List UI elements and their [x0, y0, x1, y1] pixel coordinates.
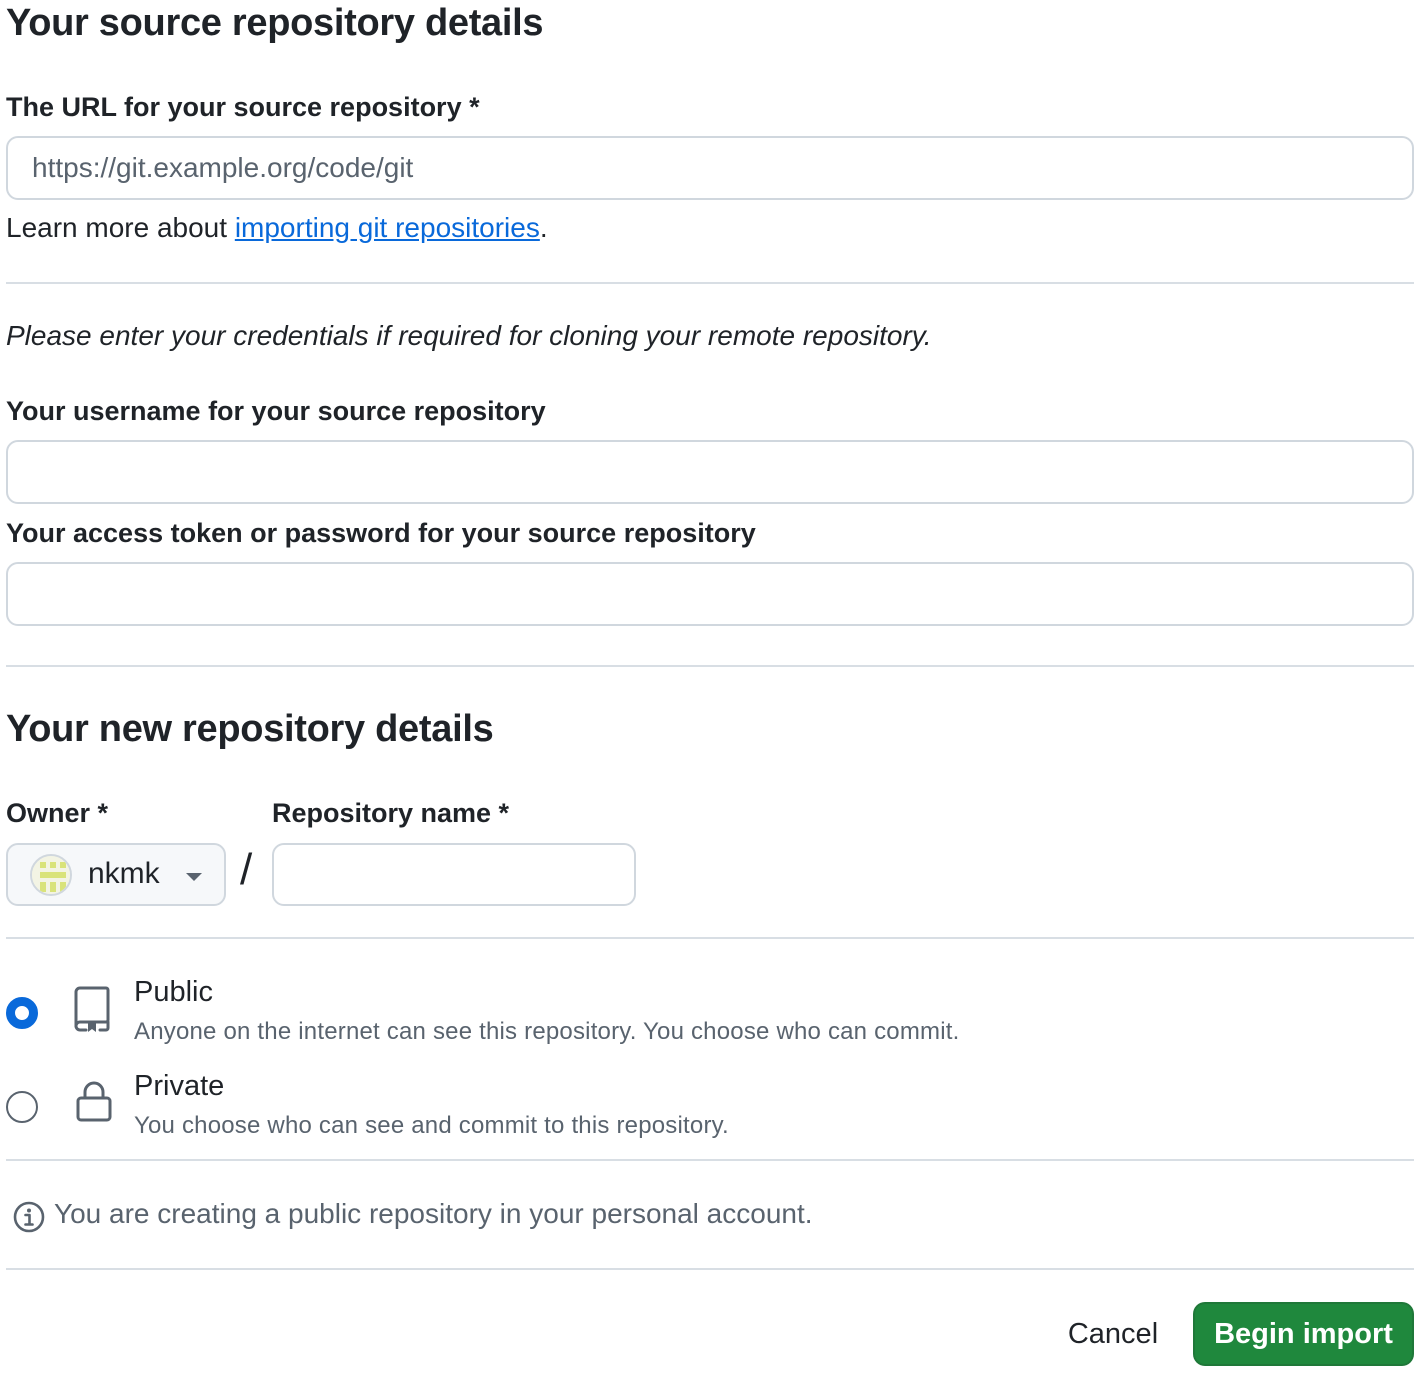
public-radio[interactable] — [6, 997, 38, 1029]
private-option-description: You choose who can see and commit to thi… — [134, 1112, 729, 1139]
source-section-heading: Your source repository details — [6, 2, 544, 44]
triangle-down-icon — [186, 873, 202, 881]
divider — [6, 665, 1414, 667]
private-option-title: Private — [134, 1070, 225, 1102]
begin-import-button[interactable]: Begin import — [1193, 1302, 1414, 1366]
cancel-button[interactable]: Cancel — [1046, 1302, 1180, 1366]
repository-name-input[interactable] — [272, 843, 636, 906]
learn-more-text: Learn more about importing git repositor… — [6, 212, 548, 244]
repository-name-label: Repository name * — [272, 798, 510, 828]
info-text: You are creating a public repository in … — [54, 1198, 813, 1229]
password-label: Your access token or password for your s… — [6, 518, 756, 548]
owner-repo-separator: / — [240, 845, 253, 894]
credentials-note: Please enter your credentials if require… — [6, 320, 932, 351]
public-option-description: Anyone on the internet can see this repo… — [134, 1018, 960, 1045]
url-label: The URL for your source repository * — [6, 92, 480, 122]
owner-name: nkmk — [88, 857, 160, 890]
private-radio[interactable] — [6, 1091, 38, 1123]
divider — [6, 1268, 1414, 1270]
info-icon — [13, 1201, 45, 1233]
avatar — [30, 854, 72, 896]
username-input[interactable] — [6, 440, 1414, 504]
repo-icon — [74, 986, 110, 1032]
lock-icon — [76, 1081, 112, 1122]
source-url-input[interactable] — [6, 136, 1414, 200]
public-option-title: Public — [134, 976, 213, 1008]
new-repo-section-heading: Your new repository details — [6, 708, 494, 750]
password-input[interactable] — [6, 562, 1414, 626]
learn-more-prefix: Learn more about — [6, 212, 235, 243]
owner-select-button[interactable]: nkmk — [6, 843, 226, 906]
divider — [6, 282, 1414, 284]
divider — [6, 1159, 1414, 1161]
importing-git-repositories-link[interactable]: importing git repositories — [235, 212, 540, 243]
learn-more-suffix: . — [539, 212, 548, 243]
owner-label: Owner * — [6, 798, 109, 828]
divider — [6, 937, 1414, 939]
username-label: Your username for your source repository — [6, 396, 546, 426]
